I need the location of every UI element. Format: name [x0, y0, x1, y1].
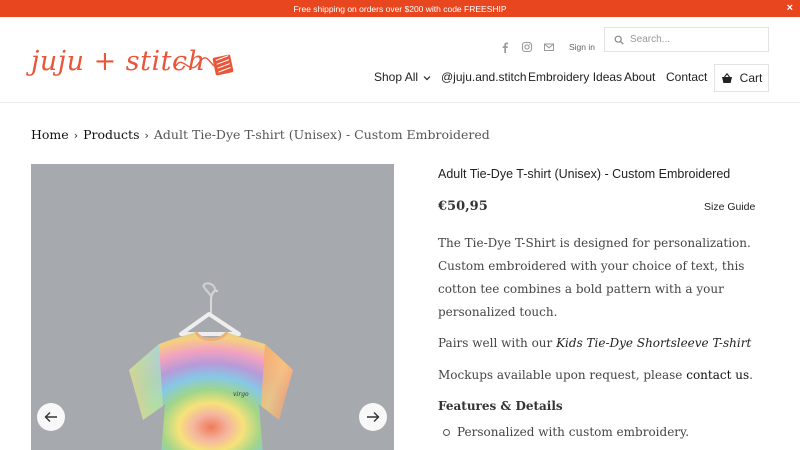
- breadcrumb-home[interactable]: Home: [31, 127, 69, 142]
- pairing-prefix: Pairs well with our: [438, 336, 557, 350]
- nav-shop-all[interactable]: Shop All: [374, 70, 431, 84]
- arrow-right-icon: [367, 412, 380, 422]
- breadcrumb-separator-icon: ›: [144, 129, 149, 142]
- product-price: €50,95: [438, 199, 488, 214]
- breadcrumb-products[interactable]: Products: [83, 127, 139, 142]
- nav-contact[interactable]: Contact: [666, 70, 707, 84]
- size-guide-link[interactable]: Size Guide: [704, 201, 755, 213]
- cart-icon: [721, 72, 732, 83]
- features-heading: Features & Details: [438, 399, 563, 413]
- mockups-prefix: Mockups available upon request, please: [438, 368, 687, 382]
- shirt-embroidery-text: virgo: [233, 391, 249, 398]
- nav-embroidery-ideas[interactable]: Embroidery Ideas: [528, 70, 622, 84]
- feature-text: Personalized with custom embroidery.: [457, 425, 690, 439]
- kids-tie-dye-link[interactable]: Kids Tie-Dye Shortsleeve T-shirt: [556, 336, 751, 350]
- bullet-icon: [443, 428, 450, 436]
- product-pairing-text: Pairs well with our Kids Tie-Dye Shortsl…: [438, 332, 768, 355]
- previous-image-button[interactable]: [37, 403, 65, 431]
- product-image-gallery[interactable]: virgo: [31, 164, 394, 450]
- email-icon[interactable]: [543, 41, 555, 53]
- cart-label: Cart: [739, 71, 763, 85]
- nav-shop-all-label: Shop All: [374, 70, 419, 84]
- product-title: Adult Tie-Dye T-shirt (Unisex) - Custom …: [438, 167, 731, 181]
- facebook-icon[interactable]: [499, 41, 511, 53]
- cart-button[interactable]: Cart: [714, 64, 769, 92]
- logo[interactable]: juju + stitch: [31, 45, 234, 81]
- nav-instagram[interactable]: @juju.and.stitch: [441, 70, 527, 84]
- site-header: juju + stitch Sign in Shop All @juju.an: [0, 17, 800, 103]
- sign-in-link[interactable]: Sign in: [569, 42, 595, 52]
- thread-spool-icon: [175, 54, 234, 76]
- instagram-icon[interactable]: [521, 41, 533, 53]
- mockups-suffix: .: [749, 368, 753, 382]
- mockups-text: Mockups available upon request, please c…: [438, 364, 768, 387]
- announcement-bar: Free shipping on orders over $200 with c…: [0, 0, 800, 17]
- next-image-button[interactable]: [359, 403, 387, 431]
- search-icon: [614, 35, 624, 45]
- nav-about[interactable]: About: [624, 70, 655, 84]
- arrow-left-icon: [44, 412, 57, 422]
- product-image: virgo: [129, 282, 293, 450]
- breadcrumb-current: Adult Tie-Dye T-shirt (Unisex) - Custom …: [153, 127, 490, 142]
- breadcrumb-separator-icon: ›: [73, 129, 79, 142]
- announcement-text: Free shipping on orders over $200 with c…: [293, 3, 507, 14]
- contact-us-link[interactable]: contact us: [686, 368, 749, 382]
- close-icon[interactable]: ×: [787, 2, 793, 15]
- search-box[interactable]: [604, 27, 769, 52]
- chevron-down-icon: [423, 75, 431, 81]
- product-description: The Tie-Dye T-Shirt is designed for pers…: [438, 236, 751, 319]
- feature-list-item: Personalized with custom embroidery.: [443, 425, 689, 439]
- search-input[interactable]: [630, 34, 760, 45]
- breadcrumb: Home › Products › Adult Tie-Dye T-shirt (Uni…: [31, 127, 490, 142]
